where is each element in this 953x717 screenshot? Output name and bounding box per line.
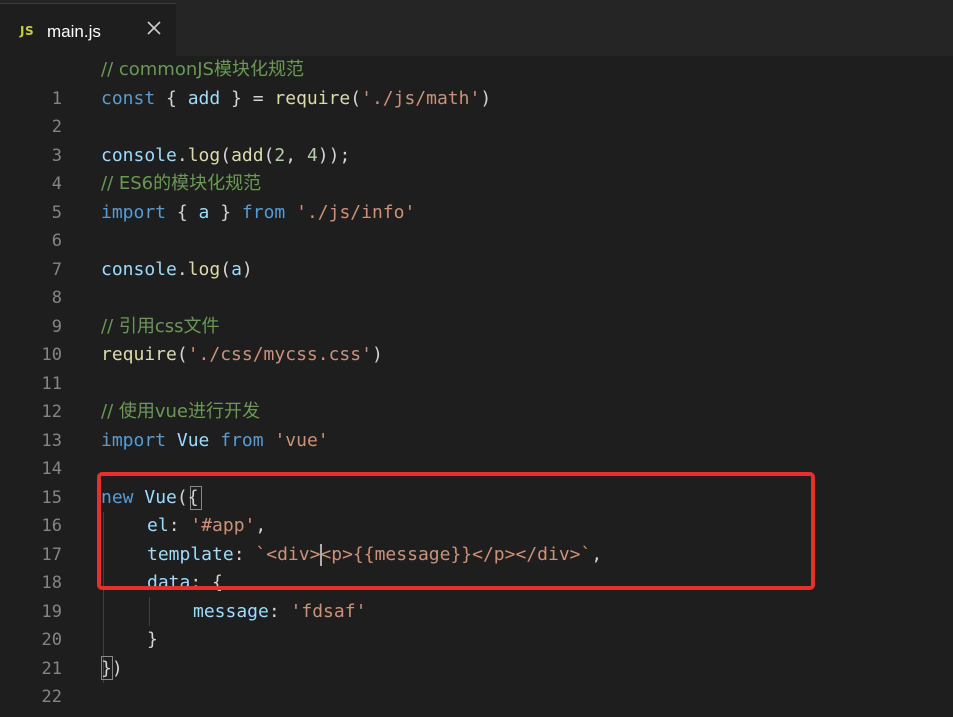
code-line: 12 xyxy=(0,370,953,422)
punctuation: { xyxy=(166,201,199,223)
punctuation: )); xyxy=(317,144,351,166)
punctuation: ) xyxy=(111,657,123,679)
function-name: require xyxy=(101,344,177,365)
code-line: 4 console.log(add(2, 4)); xyxy=(0,142,953,195)
string-literal: './css/mycss.css' xyxy=(187,344,372,365)
punctuation: : xyxy=(268,600,291,622)
tab-bar: JS main.js xyxy=(0,0,953,57)
keyword: from xyxy=(241,201,286,223)
punctuation: ( xyxy=(220,258,232,280)
identifier: Vue xyxy=(176,429,210,451)
code-line: 8 console.log(a) xyxy=(0,256,953,309)
code-line: 20 message: 'fdsaf' xyxy=(0,598,953,651)
number-literal: 4 xyxy=(306,144,318,166)
identifier: console xyxy=(101,258,177,280)
punctuation: ( xyxy=(220,144,232,166)
keyword: const xyxy=(101,87,156,109)
keyword: import xyxy=(101,429,167,451)
punctuation: { xyxy=(155,87,188,109)
punctuation: ) xyxy=(241,258,253,280)
close-icon[interactable] xyxy=(143,17,165,39)
punctuation: } xyxy=(101,657,112,679)
code-line: 6 import { a } from './js/info' xyxy=(0,199,953,252)
comment: // ES6的模块化规范 xyxy=(101,173,262,194)
identifier: a xyxy=(198,201,210,223)
code-line: 1 // commonJS模块化规范 xyxy=(0,56,953,109)
line-number: 22 xyxy=(41,687,62,707)
code-editor[interactable]: 1 // commonJS模块化规范 2 const { add } = req… xyxy=(0,56,953,717)
comment: // commonJS模块化规范 xyxy=(101,59,304,80)
identifier: console xyxy=(101,144,177,166)
code-line: 13 // 使用vue进行开发 xyxy=(0,398,953,451)
keyword: from xyxy=(220,429,264,451)
number-literal: 2 xyxy=(274,144,286,166)
punctuation: . xyxy=(176,144,188,166)
javascript-file-icon: JS xyxy=(20,24,35,38)
function-name: add xyxy=(231,144,264,166)
code-line: 3 xyxy=(0,113,953,166)
punctuation: } = xyxy=(220,87,275,109)
punctuation: ( xyxy=(176,344,188,365)
keyword: import xyxy=(101,201,167,223)
punctuation: , xyxy=(285,144,307,166)
code-line: 21 } xyxy=(0,626,953,679)
punctuation: ( xyxy=(263,144,275,166)
punctuation: ) xyxy=(371,344,383,365)
property-key: message xyxy=(193,600,269,622)
code-line: 5 // ES6的模块化规范 xyxy=(0,170,953,223)
tab-title: main.js xyxy=(47,22,101,41)
code-line: 14 import Vue from 'vue' xyxy=(0,427,953,480)
string-literal: './js/math' xyxy=(361,87,481,109)
code-line: 10 // 引用css文件 xyxy=(0,313,953,366)
string-literal: 'fdsaf' xyxy=(290,600,367,622)
tab-main-js[interactable]: JS main.js xyxy=(0,3,177,57)
string-literal: './js/info' xyxy=(296,201,416,223)
punctuation: ) xyxy=(480,87,492,109)
function-name: require xyxy=(274,87,351,109)
code-line: 2 const { add } = require('./js/math') xyxy=(0,85,953,138)
punctuation: . xyxy=(176,258,188,280)
editor-window: JS main.js 1 // commonJS模块化规范 2 const { … xyxy=(0,0,953,717)
code-line: 9 xyxy=(0,284,953,337)
function-name: log xyxy=(187,144,221,166)
function-name: log xyxy=(187,258,221,280)
punctuation: } xyxy=(209,201,242,223)
punctuation: } xyxy=(147,629,158,650)
string-literal: 'vue' xyxy=(274,429,329,451)
code-line: 22 }) xyxy=(0,655,953,708)
red-annotation-box xyxy=(97,472,815,590)
code-line: 7 xyxy=(0,227,953,280)
identifier: a xyxy=(231,258,242,280)
comment: // 引用css文件 xyxy=(101,315,220,337)
code-line: 11 require('./css/mycss.css') xyxy=(0,341,953,394)
comment: // 使用vue进行开发 xyxy=(101,401,260,422)
identifier: add xyxy=(187,87,221,109)
punctuation: ( xyxy=(350,87,362,109)
